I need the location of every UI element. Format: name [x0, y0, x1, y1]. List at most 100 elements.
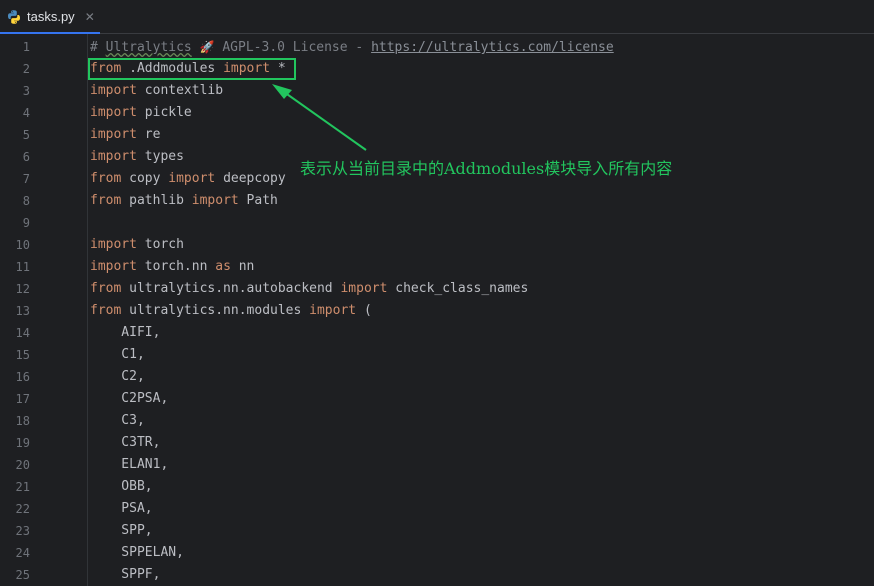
code-token: 🚀 [199, 40, 215, 54]
editor-tab-bar: tasks.py ✕ [0, 0, 874, 34]
line-number: 3 [22, 84, 30, 98]
line-number: 16 [15, 370, 30, 384]
code-line[interactable]: import pickle [90, 102, 192, 124]
code-token: C3TR, [90, 435, 161, 450]
annotation-text: 表示从当前目录中的Addmodules模块导入所有内容 [300, 159, 673, 178]
code-token: import [90, 127, 137, 142]
code-token: Ultralytics [105, 40, 192, 55]
code-token: pickle [136, 105, 192, 120]
line-number: 2 [22, 62, 30, 76]
code-token: OBB, [90, 479, 153, 494]
code-token: ultralytics.nn.autobackend [121, 281, 341, 296]
code-token: ( [356, 303, 372, 318]
code-line[interactable]: C2PSA, [90, 388, 168, 410]
line-number: 13 [15, 304, 30, 318]
code-token: # [90, 40, 106, 55]
line-number: 1 [22, 40, 30, 54]
code-line[interactable]: C2, [90, 366, 145, 388]
code-token: import [90, 83, 137, 98]
code-token: import [90, 259, 137, 274]
code-token: ultralytics.nn.modules [121, 303, 310, 318]
code-line[interactable]: SPP, [90, 520, 152, 542]
tab-tasks-py[interactable]: tasks.py ✕ [0, 0, 100, 34]
code-token: as [215, 259, 231, 274]
code-line[interactable]: import torch [90, 234, 184, 256]
code-line[interactable]: C3, [90, 410, 145, 432]
code-line[interactable]: SPPELAN, [90, 542, 184, 564]
code-line[interactable]: from ultralytics.nn.modules import ( [90, 300, 372, 322]
line-number: 22 [15, 502, 30, 516]
line-number: 25 [15, 568, 30, 582]
code-token: ELAN1, [90, 457, 169, 472]
code-token: import [340, 281, 388, 296]
code-line[interactable]: C1, [90, 344, 145, 366]
code-token: nn [230, 259, 255, 274]
code-line[interactable]: ELAN1, [90, 454, 168, 476]
code-token: C3, [90, 413, 145, 428]
code-token: https://ultralytics.com/license [371, 40, 614, 55]
line-number: 23 [15, 524, 30, 538]
code-token: from [90, 281, 122, 296]
code-token: C2, [90, 369, 145, 384]
line-number-gutter: 1 2 3 4 5 6 7 8 9 10 11 12 13 14 15 16 17 18 19 20 21 22 23 24 2… [0, 34, 88, 586]
code-token: deepcopy [215, 171, 286, 186]
code-token: from [90, 303, 122, 318]
line-number: 9 [22, 216, 30, 230]
code-token: pathlib [121, 193, 192, 208]
line-number: 12 [15, 282, 30, 296]
code-token: torch [136, 237, 184, 252]
code-token: types [136, 149, 184, 164]
code-token: import [90, 105, 137, 120]
code-line[interactable]: from ultralytics.nn.autobackend import c… [90, 278, 528, 300]
python-file-icon [8, 9, 20, 24]
code-token: AIFI, [90, 325, 161, 340]
code-token: C2PSA, [90, 391, 169, 406]
code-token: PSA, [90, 501, 153, 516]
code-token: check_class_names [387, 281, 529, 296]
line-number: 24 [15, 546, 30, 560]
code-token: contextlib [136, 83, 224, 98]
line-number: 20 [15, 458, 30, 472]
code-line[interactable]: OBB, [90, 476, 153, 498]
code-line[interactable]: PSA, [90, 498, 153, 520]
code-line[interactable]: import types [90, 146, 184, 168]
code-token: import [223, 61, 271, 76]
code-line[interactable]: # Ultralytics 🚀 AGPL-3.0 License - https… [90, 36, 614, 58]
code-line[interactable]: C3TR, [90, 432, 160, 454]
code-line[interactable]: AIFI, [90, 322, 160, 344]
code-token: import [90, 149, 137, 164]
line-number: 18 [15, 414, 30, 428]
code-token: * [270, 61, 286, 76]
code-line[interactable]: import torch.nn as nn [90, 256, 254, 278]
code-token: .Addmodules [121, 61, 224, 76]
code-editor[interactable]: # Ultralytics 🚀 AGPL-3.0 License - https… [88, 34, 874, 586]
tab-file-name: tasks.py [27, 9, 75, 24]
code-token: re [136, 127, 161, 142]
close-icon[interactable]: ✕ [85, 11, 95, 23]
line-number: 4 [22, 106, 30, 120]
line-number: 7 [22, 172, 30, 186]
code-token: AGPL-3.0 License - [214, 40, 372, 55]
code-token: from [90, 193, 122, 208]
ide-window: tasks.py ✕ 1 2 3 4 5 6 7 8 9 10 11 12 13 14 15 16 17 18 19… [0, 0, 874, 586]
code-line[interactable]: import contextlib [90, 80, 223, 102]
code-line[interactable]: from copy import deepcopy [90, 168, 286, 190]
code-token: import [168, 171, 216, 186]
line-number: 15 [15, 348, 30, 362]
code-line[interactable]: from .Addmodules import * [90, 58, 286, 80]
code-token: SPPELAN, [90, 545, 184, 560]
line-number: 10 [15, 238, 30, 252]
line-number: 5 [22, 128, 30, 142]
code-token: from [90, 61, 122, 76]
code-line[interactable]: import re [90, 124, 160, 146]
code-line[interactable]: SPPF, [90, 564, 160, 586]
code-token: import [90, 237, 137, 252]
code-token: import [191, 193, 239, 208]
line-number: 21 [15, 480, 30, 494]
code-token: C1, [90, 347, 145, 362]
line-number: 6 [22, 150, 30, 164]
line-number: 11 [15, 260, 30, 274]
code-token: copy [121, 171, 169, 186]
code-line[interactable]: from pathlib import Path [90, 190, 278, 212]
